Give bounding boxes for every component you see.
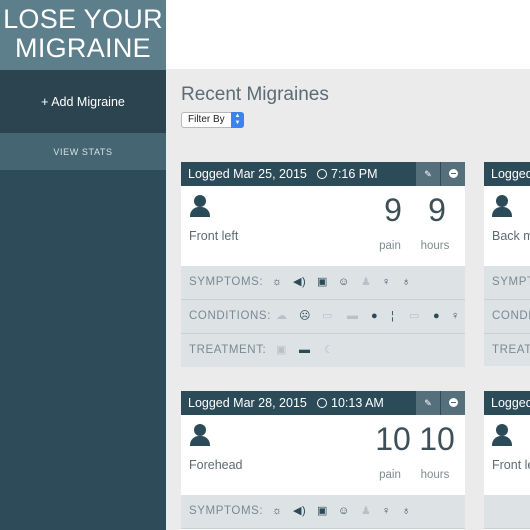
person-icon: [492, 195, 512, 217]
female-icon: ♀: [382, 505, 391, 517]
bulb-icon: ♁: [402, 505, 411, 517]
treatment-label: TREAT: [492, 344, 530, 356]
clock-icon: [317, 169, 327, 179]
treatment-row: TREAT: [484, 334, 530, 366]
cloud-icon: ☁: [276, 310, 288, 322]
conditions-row: CONDI: [484, 300, 530, 334]
volume-icon: ◀): [293, 276, 307, 288]
symptoms-row: SYMPTOMS: ☼ ◀) ▣ ☺ ♟ ♀ ♁: [181, 495, 465, 529]
hours-value: 9: [428, 192, 446, 228]
hours-value: 10: [419, 421, 455, 457]
pain-value: 10: [375, 421, 411, 457]
clock-icon: [317, 398, 327, 408]
migraine-card: Logged Mar 25, 2015 7:16 PM ✎ Front left…: [181, 162, 465, 367]
logged-time: 10:13 AM: [317, 391, 384, 415]
user-icon: ●: [371, 310, 379, 322]
person-icon: [492, 424, 512, 446]
treatment-label: TREATMENT:: [189, 344, 267, 356]
hours-label: hours: [420, 240, 450, 252]
train-icon: ▣: [317, 505, 328, 517]
train-icon: ▣: [317, 276, 328, 288]
card-body: Back m: [484, 186, 530, 266]
conditions-label: CONDITIONS:: [189, 310, 271, 322]
car-icon: ▬: [347, 310, 359, 322]
time-text: 10:13 AM: [331, 396, 384, 410]
logged-date: Logged Mar 25, 2015: [491, 167, 530, 181]
page-title: Recent Migraines: [181, 84, 329, 105]
sun-icon: ☼: [272, 505, 283, 517]
logged-date: Logged Mar 25, 2015: [188, 167, 307, 181]
female-icon: ♀: [382, 276, 391, 288]
pain-label: pain: [379, 469, 401, 481]
drop-icon: ●: [433, 310, 441, 322]
select-arrows-icon: ▲ ▼: [231, 112, 244, 128]
remove-button[interactable]: [441, 391, 465, 415]
top-bar: [166, 0, 530, 69]
treatment-row: TREATMENT: ▣ ▬ ☾: [181, 334, 465, 367]
migraine-card: Logged Mar 28, 2015 10:13 AM ✎ Forehead …: [181, 391, 465, 530]
view-stats-button[interactable]: VIEW STATS: [0, 133, 166, 170]
pain-label: pain: [379, 240, 401, 252]
logged-date: Logged Mar 28, 2015: [188, 396, 307, 410]
sidebar: LOSE YOUR MIGRAINE + Add Migraine VIEW S…: [0, 0, 166, 530]
minus-circle-icon: [448, 169, 458, 178]
pin-icon: ¦: [391, 310, 395, 322]
add-migraine-button[interactable]: + Add Migraine: [0, 70, 166, 133]
pencil-icon: ✎: [424, 398, 432, 408]
symptoms-row: SYMPTOMS: ☼ ◀) ▣ ☺ ♟ ♀ ♁: [181, 266, 465, 300]
card-body: Forehead 10 pain 10 hours: [181, 415, 465, 495]
card-body: Front left 9 pain 9 hours: [181, 186, 465, 266]
filter-select[interactable]: Filter By ▲ ▼: [181, 112, 244, 128]
briefcase-icon: ▣: [276, 344, 287, 356]
logged-time: 7:16 PM: [317, 162, 378, 186]
card-header: Logged Mar 28, 2015 10:13 AM ✎: [181, 391, 465, 415]
symptoms-label: SYMPTOMS:: [189, 276, 264, 288]
migraine-card: Logged Mar 25, 2015 Back m SYMPT CONDI T…: [484, 162, 530, 366]
volume-icon: ◀): [293, 505, 307, 517]
filter-label: Filter By: [188, 114, 225, 125]
symptoms-row: SYMPT: [484, 266, 530, 300]
monitor-icon: ▭: [322, 310, 333, 322]
edit-button[interactable]: ✎: [416, 391, 440, 415]
minus-circle-icon: [448, 398, 458, 407]
conditions-row: CONDITIONS: ☁ ☹ ▭ ▬ ● ¦ ▭ ● ♀: [181, 300, 465, 334]
bed-icon: ▬: [299, 344, 311, 356]
location: Forehead: [189, 458, 243, 472]
pencil-icon: ✎: [424, 169, 432, 179]
venus-icon: ♀: [451, 310, 460, 322]
card-body: Front le: [484, 415, 530, 495]
frown-icon: ☹: [299, 310, 312, 322]
card-header: Logged Mar 28, 2015: [484, 391, 530, 415]
person-icon: [190, 424, 210, 446]
pain-value: 9: [384, 192, 402, 228]
location: Front le: [492, 458, 530, 472]
card-header: Logged Mar 25, 2015 7:16 PM ✎: [181, 162, 465, 186]
bulb-icon: ♁: [402, 276, 411, 288]
time-text: 7:16 PM: [331, 167, 378, 181]
migraine-card: Logged Mar 28, 2015 Front le: [484, 391, 530, 530]
sun-icon: ☼: [272, 276, 283, 288]
app-logo[interactable]: LOSE YOUR MIGRAINE: [0, 0, 166, 70]
symptoms-label: SYMPTOMS:: [189, 505, 264, 517]
laptop-icon: ▭: [409, 310, 420, 322]
card-header: Logged Mar 25, 2015: [484, 162, 530, 186]
person-icon: [190, 195, 210, 217]
conditions-label: CONDI: [492, 310, 530, 322]
edit-button[interactable]: ✎: [416, 162, 440, 186]
hours-label: hours: [420, 469, 450, 481]
moon-icon: ☾: [324, 344, 335, 356]
person-icon: ♟: [361, 276, 372, 288]
smiley-icon: ☺: [338, 505, 350, 517]
location: Back m: [492, 229, 530, 243]
logged-date: Logged Mar 28, 2015: [491, 396, 530, 410]
person-icon: ♟: [361, 505, 372, 517]
location: Front left: [189, 229, 239, 243]
smiley-icon: ☺: [338, 276, 350, 288]
remove-button[interactable]: [441, 162, 465, 186]
symptoms-row: [484, 495, 530, 529]
symptoms-label: SYMPT: [492, 276, 530, 288]
